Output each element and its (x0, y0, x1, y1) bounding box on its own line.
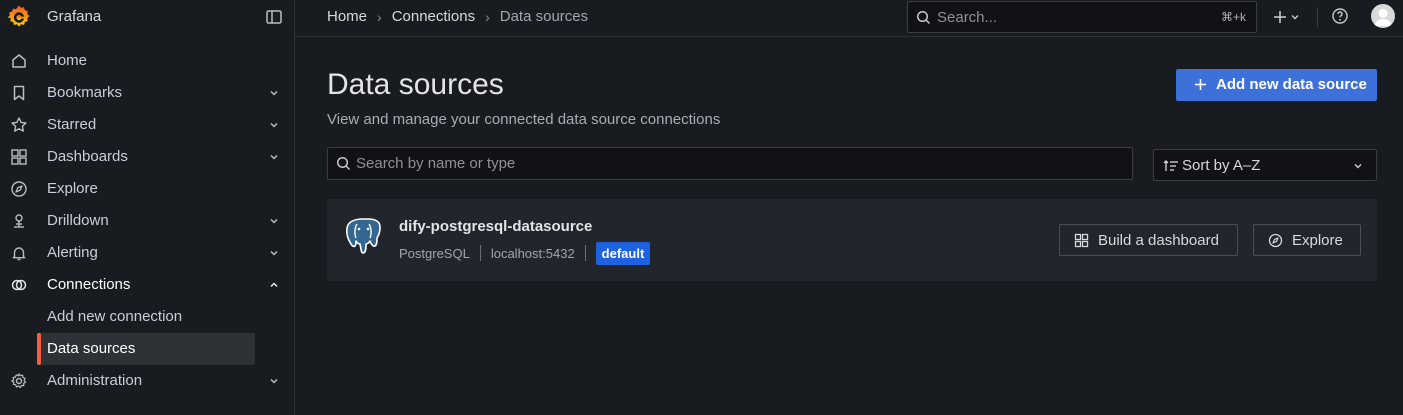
app-name: Grafana (47, 8, 102, 25)
datasource-search-input[interactable]: Search by name or type (327, 147, 1133, 180)
breadcrumb-connections[interactable]: Connections (392, 8, 475, 25)
chevron-down-icon[interactable] (268, 375, 280, 387)
sidebar-subitem-label: Add new connection (47, 308, 183, 325)
sidebar-item-label: Connections (47, 276, 131, 293)
add-button-label: Add new data source (1216, 76, 1367, 93)
add-new-data-source-button[interactable]: Add new data source (1176, 69, 1377, 101)
plus-icon (1195, 79, 1206, 90)
dock-menu-icon[interactable] (265, 8, 283, 26)
user-avatar[interactable] (1371, 4, 1395, 28)
home-icon (12, 54, 26, 68)
connections-icon (11, 279, 27, 291)
breadcrumb-current: Data sources (499, 8, 589, 25)
build-dashboard-label: Build a dashboard (1098, 232, 1219, 249)
sidebar-brand: Grafana (0, 0, 294, 34)
sort-select[interactable]: Sort by A–Z (1153, 149, 1377, 181)
page-subtitle: View and manage your connected data sour… (327, 111, 721, 128)
search-icon (916, 10, 931, 25)
breadcrumb-home[interactable]: Home (327, 8, 367, 25)
avatar-icon (1374, 9, 1392, 26)
datasource-name-link[interactable]: dify-postgresql-datasource (399, 218, 592, 235)
explore-button[interactable]: Explore (1253, 224, 1361, 256)
chevron-down-icon[interactable] (268, 215, 280, 227)
breadcrumb: Home › Connections › Data sources (327, 8, 588, 25)
chevron-down-icon (1354, 163, 1362, 169)
sidebar-item-label: Explore (47, 180, 98, 197)
sidebar: Grafana Home Bookmarks Starred Dashboard… (0, 0, 295, 415)
sidebar-item-label: Drilldown (47, 212, 109, 229)
sidebar-item-label: Dashboards (47, 148, 128, 165)
compass-icon (11, 181, 27, 197)
grafana-app: Grafana Home Bookmarks Starred Dashboard… (0, 0, 1403, 415)
sidebar-item-dashboards[interactable]: Dashboards (0, 141, 294, 173)
sort-icon (1163, 160, 1178, 171)
sidebar-item-explore[interactable]: Explore (0, 173, 294, 205)
chevron-down-icon[interactable] (268, 87, 280, 99)
meta-divider (584, 245, 586, 261)
global-search-input[interactable]: Search... ⌘+k (907, 1, 1257, 33)
build-dashboard-button[interactable]: Build a dashboard (1059, 224, 1238, 256)
sidebar-item-label: Alerting (47, 244, 98, 261)
chevron-down-icon[interactable] (268, 151, 280, 163)
dashboards-icon (11, 149, 27, 165)
sidebar-item-connections[interactable]: Connections (0, 269, 294, 301)
datasource-card[interactable]: dify-postgresql-datasource PostgreSQL lo… (327, 199, 1377, 281)
sidebar-subitem-add-new-connection[interactable]: Add new connection (37, 301, 255, 333)
sort-value: Sort by A–Z (1182, 157, 1261, 174)
main-content: Data sources View and manage your connec… (295, 38, 1403, 415)
sidebar-item-home[interactable]: Home (0, 45, 294, 77)
bell-icon (12, 247, 26, 261)
sidebar-item-administration[interactable]: Administration (0, 365, 294, 397)
sidebar-subitem-label: Data sources (47, 340, 136, 357)
sidebar-item-label: Administration (47, 372, 143, 389)
meta-divider (479, 245, 481, 261)
datasource-search-placeholder: Search by name or type (356, 155, 516, 172)
page-title: Data sources (327, 68, 504, 101)
sidebar-item-starred[interactable]: Starred (0, 109, 294, 141)
sidebar-item-alerting[interactable]: Alerting (0, 237, 294, 269)
explore-label: Explore (1292, 232, 1343, 249)
breadcrumb-separator-icon: › (377, 8, 382, 25)
chevron-down-icon[interactable] (268, 119, 280, 131)
sidebar-subitem-data-sources[interactable]: Data sources (37, 333, 255, 365)
search-shortcut: ⌘+k (1220, 10, 1246, 24)
datasource-meta: PostgreSQL localhost:5432 default (399, 241, 651, 265)
chevron-up-icon[interactable] (268, 279, 280, 291)
datasource-type: PostgreSQL (399, 245, 470, 261)
datasource-url: localhost:5432 (490, 245, 575, 261)
postgresql-logo-icon (346, 218, 381, 254)
sidebar-item-label: Home (47, 52, 88, 69)
sidebar-item-label: Starred (47, 116, 97, 133)
search-icon (336, 156, 351, 171)
chevron-down-icon[interactable] (268, 247, 280, 259)
drilldown-icon (14, 214, 24, 228)
dashboard-grid-icon (1074, 233, 1089, 248)
help-icon[interactable] (1331, 7, 1349, 25)
compass-icon (1268, 233, 1283, 248)
breadcrumb-separator-icon: › (485, 8, 490, 25)
topbar: Home › Connections › Data sources Search… (295, 0, 1403, 37)
search-placeholder: Search... (937, 9, 998, 26)
gear-icon (11, 373, 27, 389)
sidebar-item-bookmarks[interactable]: Bookmarks (0, 77, 294, 109)
star-icon (11, 117, 27, 132)
default-badge: default (595, 241, 651, 265)
sidebar-item-label: Bookmarks (47, 84, 123, 101)
new-menu-button[interactable] (1271, 7, 1305, 27)
grafana-logo-icon[interactable] (6, 4, 32, 30)
bookmark-icon (13, 85, 25, 101)
sidebar-item-drilldown[interactable]: Drilldown (0, 205, 294, 237)
topbar-divider (1317, 7, 1318, 27)
